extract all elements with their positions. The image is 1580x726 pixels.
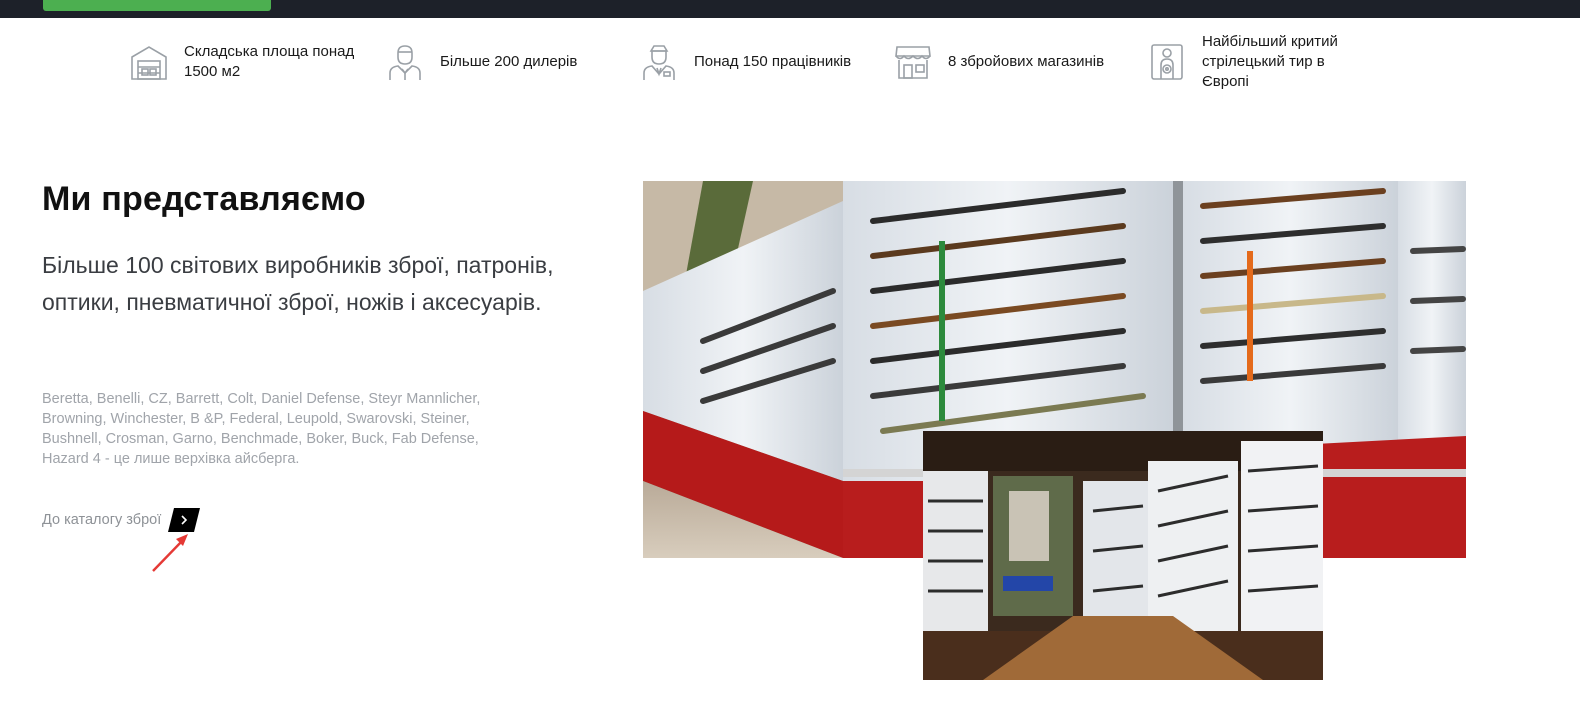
store-icon	[894, 43, 932, 81]
store-photo-secondary	[923, 431, 1323, 680]
section-lead-text: Більше 100 світових виробників зброї, па…	[42, 252, 554, 315]
feature-range: Найбільший критий стрілецький тир в Євро…	[1148, 30, 1358, 94]
features-strip: Складська площа понад 1500 м2 Більше 200…	[0, 30, 1580, 94]
target-icon	[1148, 43, 1186, 81]
top-header-bar	[0, 0, 1580, 18]
annotation-arrow-icon	[152, 534, 188, 572]
feature-text: 8 збройових магазинів	[948, 53, 1105, 70]
feature-text: Складська площа понад 1500 м2	[184, 43, 355, 80]
header-green-button[interactable]	[43, 0, 271, 11]
feature-text: Більше 200 дилерів	[440, 53, 578, 70]
feature-text: Понад 150 працівників	[694, 53, 852, 70]
chevron-right-icon	[181, 515, 188, 525]
brands-list-text: Beretta, Benelli, CZ, Barrett, Colt, Dan…	[42, 391, 481, 467]
feature-employees: Понад 150 працівників	[640, 30, 880, 94]
feature-warehouse: Складська площа понад 1500 м2	[130, 30, 370, 94]
feature-dealers: Більше 200 дилерів	[386, 30, 616, 94]
feature-stores: 8 збройових магазинів	[894, 30, 1134, 94]
dealer-icon	[386, 43, 424, 81]
employee-icon	[640, 43, 678, 81]
catalog-link-label: До каталогу зброї	[42, 512, 162, 528]
section-title: Ми представляємо	[42, 180, 366, 218]
warehouse-icon	[130, 43, 168, 81]
feature-text: Найбільший критий стрілецький тир в Євро…	[1202, 33, 1338, 90]
